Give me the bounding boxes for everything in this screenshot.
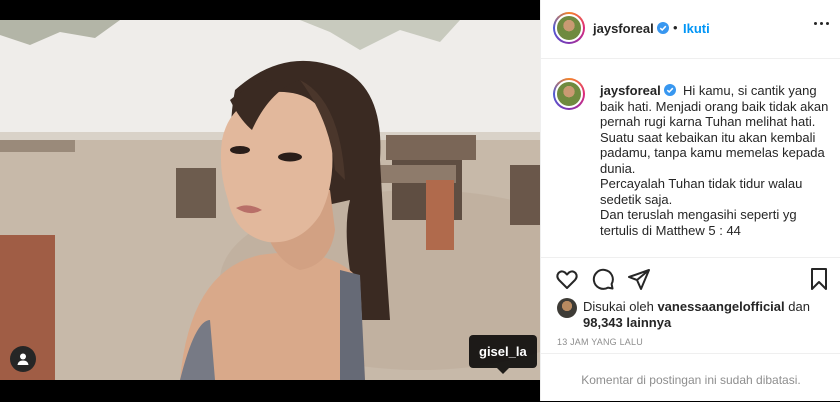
likes-count[interactable]: 98,343 lainnya [583, 315, 671, 330]
follow-button[interactable]: Ikuti [683, 21, 710, 36]
verified-icon [663, 84, 676, 96]
caption-line: Percayalah Tuhan tidak tidur walau sedet… [600, 176, 803, 207]
caption-line: Dan teruslah mengasihi seperti yg tertul… [600, 207, 797, 238]
more-options-icon[interactable] [814, 22, 829, 25]
post-media: gisel_la [0, 0, 540, 401]
likes-and: dan [788, 299, 810, 314]
post-details-panel: jaysforeal • Ikuti jaysforeal Hi kamu, s… [540, 0, 840, 401]
person-glyph [17, 353, 29, 365]
liker-avatar[interactable] [557, 298, 577, 318]
post-header: jaysforeal • Ikuti [541, 0, 840, 59]
author-avatar[interactable] [553, 12, 585, 44]
likes-prefix: Disukai oleh [583, 299, 654, 314]
liker-username[interactable]: vanessaangelofficial [657, 299, 784, 314]
verified-icon [656, 22, 669, 34]
separator-dot: • [673, 20, 678, 35]
action-bar [541, 262, 840, 294]
comments-disabled-notice: Komentar di postingan ini sudah dibatasi… [581, 373, 801, 387]
tagged-user-label[interactable]: gisel_la [469, 335, 537, 374]
post-photo[interactable] [0, 20, 540, 380]
author-username[interactable]: jaysforeal [593, 21, 669, 36]
comment-icon[interactable] [591, 267, 615, 291]
caption-text: jaysforeal Hi kamu, si cantik yang baik … [600, 83, 832, 238]
caption-avatar[interactable] [553, 78, 585, 110]
comment-area: Komentar di postingan ini sudah dibatasi… [541, 353, 840, 402]
author-username-text[interactable]: jaysforeal [593, 21, 654, 36]
caption-username[interactable]: jaysforeal [600, 83, 661, 98]
heart-icon[interactable] [555, 267, 579, 291]
caption-section[interactable]: jaysforeal Hi kamu, si cantik yang baik … [541, 59, 840, 258]
caption-line: Suatu saat kebaikan itu akan kembali pad… [600, 129, 825, 176]
save-icon[interactable] [807, 267, 831, 291]
post-timestamp[interactable]: 13 JAM YANG LALU [557, 337, 643, 347]
user-tag-icon[interactable] [10, 346, 36, 372]
photo-illustration [0, 20, 540, 380]
share-icon[interactable] [627, 267, 651, 291]
